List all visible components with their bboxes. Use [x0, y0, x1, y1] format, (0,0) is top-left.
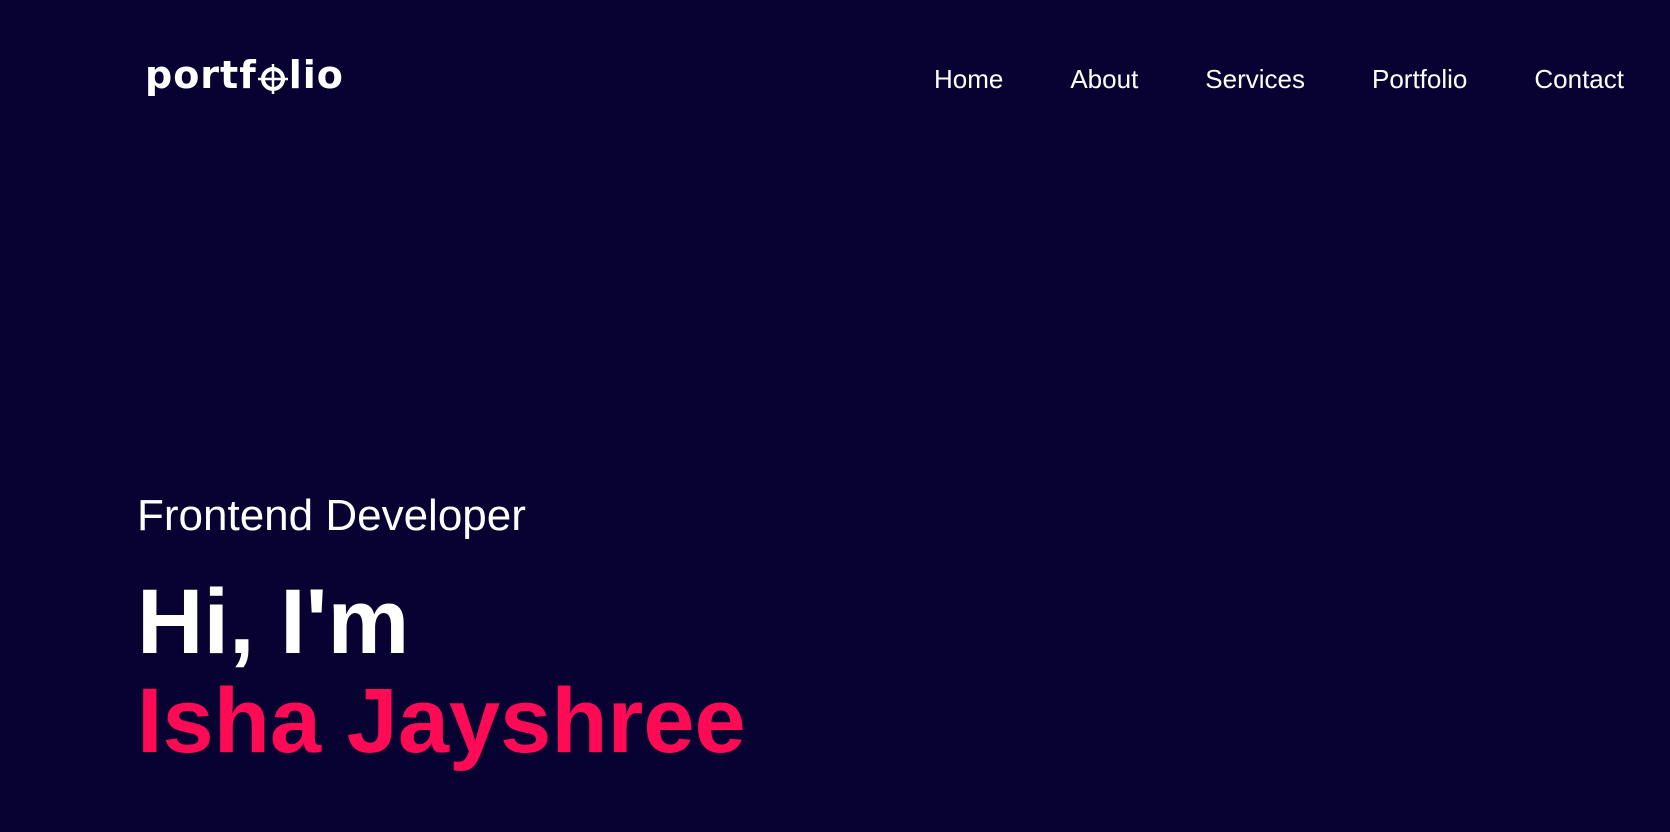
nav-item-portfolio[interactable]: Portfolio	[1372, 64, 1467, 95]
nav-item-contact[interactable]: Contact	[1534, 64, 1624, 95]
hero-greeting: Hi, I'm	[137, 570, 410, 673]
logo-text-suffix: lio	[288, 53, 344, 97]
main-nav: Home About Services Portfolio Contact	[867, 64, 1624, 95]
hero-section: Frontend Developer Hi, I'm Isha Jayshree	[137, 490, 746, 772]
crosshair-o-icon	[257, 62, 288, 94]
site-logo[interactable]: portf lio	[145, 56, 344, 94]
nav-item-about[interactable]: About	[1070, 64, 1138, 95]
hero-role: Frontend Developer	[137, 491, 526, 540]
logo-text-prefix: portf	[145, 53, 257, 97]
nav-item-home[interactable]: Home	[934, 64, 1003, 95]
hero-name: Isha Jayshree	[137, 670, 746, 773]
nav-item-services[interactable]: Services	[1205, 64, 1305, 95]
page: portf lio Home About Services Portfolio …	[0, 0, 1670, 832]
